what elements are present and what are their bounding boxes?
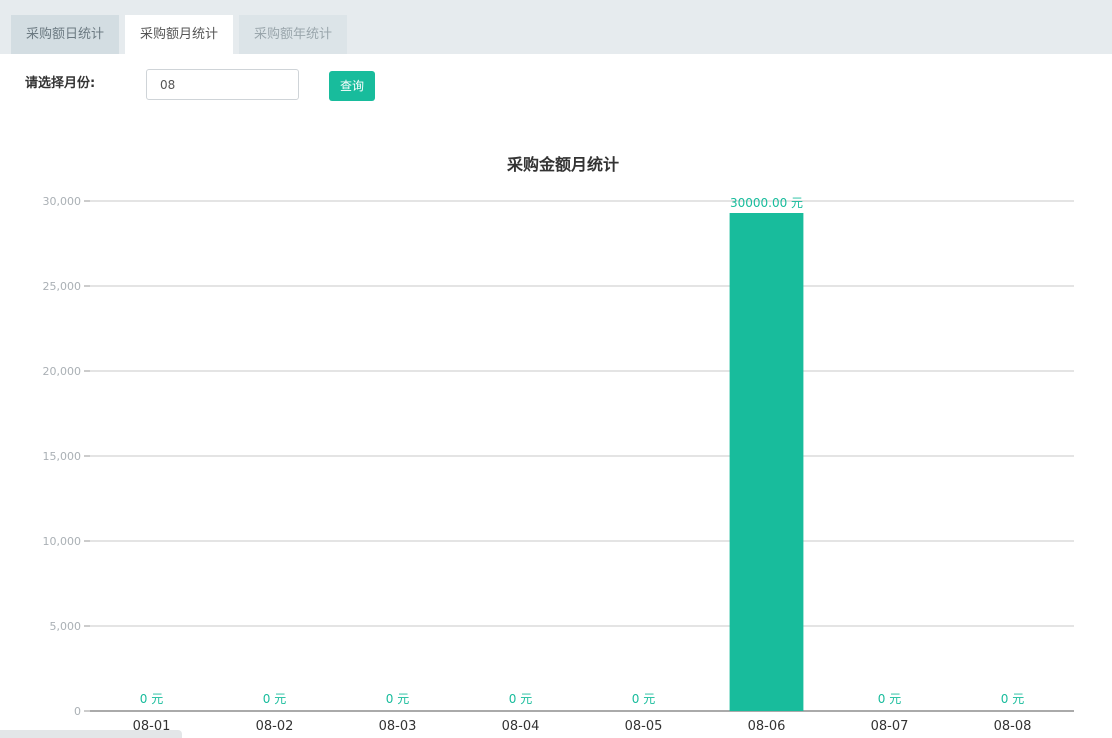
y-tick-label: 25,000 — [43, 280, 82, 293]
x-tick-label: 08-04 — [502, 719, 540, 734]
bar-value-label: 0 元 — [263, 692, 286, 706]
y-tick-label: 5,000 — [50, 620, 82, 633]
tab-yearly-stats[interactable]: 采购额年统计 — [239, 15, 347, 54]
y-tick-label: 0 — [74, 705, 81, 718]
month-input[interactable] — [146, 69, 299, 100]
x-tick-label: 08-07 — [871, 719, 909, 734]
tab-daily-stats[interactable]: 采购额日统计 — [11, 15, 119, 54]
x-tick-label: 08-08 — [994, 719, 1032, 734]
chart-svg: 采购金额月统计 0 5,000 10,000 15,000 20,000 25,000 30,… — [43, 155, 1074, 734]
y-tick-label: 15,000 — [43, 450, 82, 463]
horizontal-scrollbar[interactable] — [0, 730, 182, 738]
query-button[interactable]: 查询 — [329, 71, 375, 101]
bar-value-label: 0 元 — [878, 692, 901, 706]
bar-value-label: 0 元 — [140, 692, 163, 706]
monthly-purchase-chart: 采购金额月统计 0 5,000 10,000 15,000 20,000 25,000 30,… — [0, 140, 1112, 738]
x-tick-label: 08-06 — [748, 719, 786, 734]
month-filter-label: 请选择月份: — [25, 76, 96, 91]
y-tick-label: 10,000 — [43, 535, 82, 548]
bar-value-label: 0 元 — [632, 692, 655, 706]
tab-monthly-stats[interactable]: 采购额月统计 — [125, 15, 233, 54]
x-tick-label: 08-03 — [379, 719, 417, 734]
bar-value-label: 30000.00 元 — [730, 196, 803, 210]
y-tick-label: 20,000 — [43, 365, 82, 378]
bar-value-label: 0 元 — [386, 692, 409, 706]
tab-bar: 采购额日统计 采购额月统计 采购额年统计 — [0, 0, 1112, 54]
x-tick-label: 08-05 — [625, 719, 663, 734]
x-tick-label: 08-02 — [256, 719, 294, 734]
bar — [729, 213, 804, 711]
chart-title: 采购金额月统计 — [506, 155, 619, 174]
bar-value-label: 0 元 — [1001, 692, 1024, 706]
bar-value-label: 0 元 — [509, 692, 532, 706]
y-tick-label: 30,000 — [43, 195, 82, 208]
